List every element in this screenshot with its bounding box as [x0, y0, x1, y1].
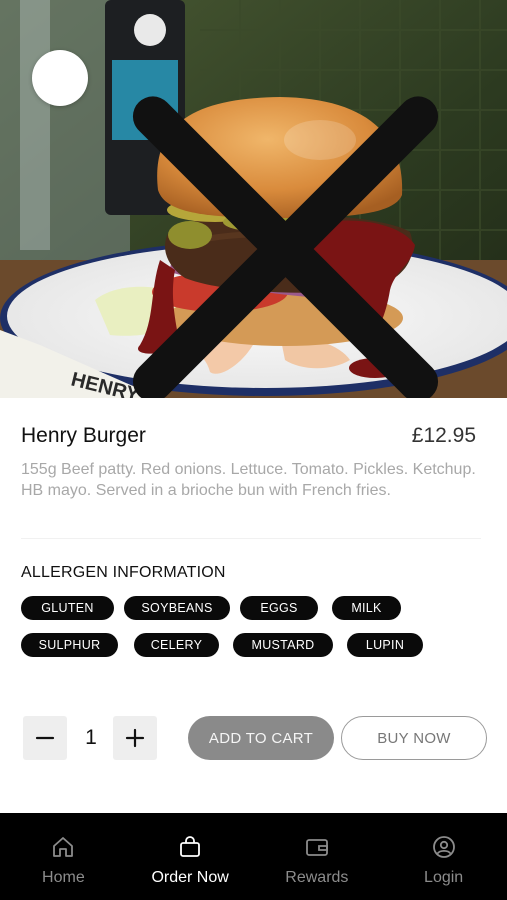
- user-icon: [431, 834, 457, 860]
- divider: [21, 538, 481, 539]
- allergen-heading: ALLERGEN INFORMATION: [21, 564, 226, 581]
- allergen-chip: GLUTEN: [21, 596, 114, 620]
- title-row: Henry Burger £12.95: [21, 424, 476, 448]
- nav-item-order-now[interactable]: Order Now: [127, 813, 254, 900]
- allergen-chip: CELERY: [134, 633, 219, 657]
- home-icon: [50, 834, 76, 860]
- bag-icon: [177, 834, 203, 860]
- add-to-cart-button[interactable]: ADD TO CART: [188, 716, 334, 760]
- nav-label: Login: [424, 869, 464, 886]
- nav-label: Order Now: [151, 869, 229, 886]
- decrement-button[interactable]: [23, 716, 67, 760]
- close-icon: [132, 96, 439, 398]
- nav-item-home[interactable]: Home: [0, 813, 127, 900]
- plus-icon: [125, 728, 145, 748]
- increment-button[interactable]: [113, 716, 157, 760]
- allergen-chip: LUPIN: [347, 633, 423, 657]
- buy-now-button[interactable]: BUY NOW: [341, 716, 487, 760]
- nav-item-login[interactable]: Login: [380, 813, 507, 900]
- nav-item-rewards[interactable]: Rewards: [254, 813, 381, 900]
- bottom-nav: Home Order Now Rewards Login: [0, 813, 507, 900]
- item-price: £12.95: [411, 424, 476, 447]
- nav-label: Rewards: [285, 869, 349, 886]
- allergen-chip: SULPHUR: [21, 633, 118, 657]
- item-description: 155g Beef patty. Red onions. Lettuce. To…: [21, 461, 476, 499]
- allergen-chip: MILK: [332, 596, 401, 620]
- hero-image: HENRY: [0, 0, 507, 398]
- wallet-icon: [304, 834, 330, 860]
- allergen-chip: EGGS: [240, 596, 318, 620]
- item-title: Henry Burger: [21, 424, 146, 447]
- allergen-chip: MUSTARD: [233, 633, 333, 657]
- nav-label: Home: [42, 869, 85, 886]
- close-button[interactable]: [32, 50, 439, 398]
- allergen-chip: SOYBEANS: [124, 596, 230, 620]
- quantity-value: 1: [85, 726, 97, 749]
- minus-icon: [35, 736, 55, 740]
